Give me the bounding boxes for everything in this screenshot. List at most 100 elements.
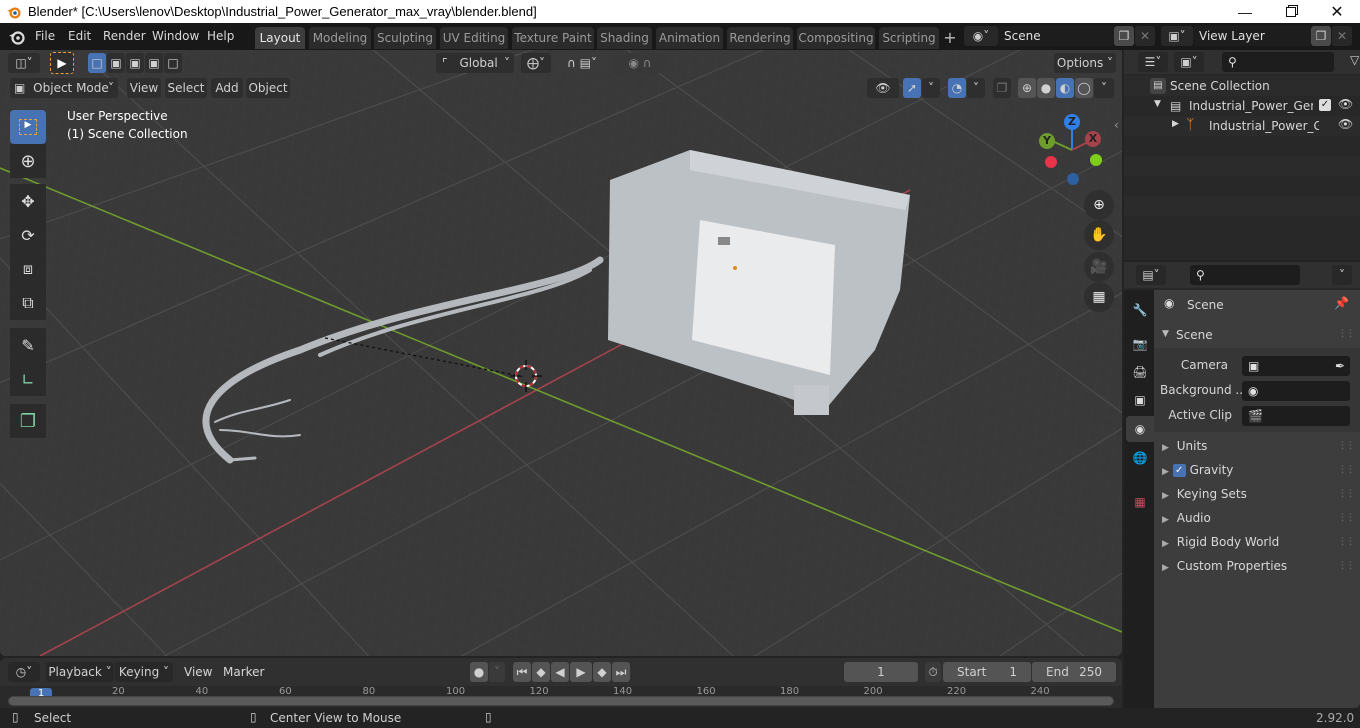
outliner-search-input[interactable]: ⚲ bbox=[1222, 52, 1334, 72]
filter-icon[interactable]: ▽ bbox=[1350, 53, 1359, 67]
menu-add[interactable]: Add bbox=[211, 78, 243, 98]
view-layer-name-field[interactable]: View Layer bbox=[1193, 26, 1311, 46]
tab-tool-icon[interactable]: 🔧 bbox=[1128, 298, 1152, 322]
gizmo-z-axis[interactable]: Z bbox=[1064, 114, 1080, 130]
outliner-row-object[interactable]: ▶ ᛉ Industrial_Power_Ge 👁 bbox=[1124, 116, 1360, 136]
tool-annotate[interactable]: ✎ bbox=[10, 328, 46, 362]
select-mode-invert[interactable]: ▣ bbox=[145, 53, 163, 73]
select-mode-subtract[interactable]: ▣ bbox=[126, 53, 144, 73]
menu-help[interactable]: Help bbox=[207, 23, 234, 50]
section-keying-sets[interactable]: ▶ Keying Sets ⋮⋮ bbox=[1154, 482, 1360, 506]
gizmo-neg-y[interactable] bbox=[1090, 154, 1102, 166]
tab-compositing[interactable]: Compositing bbox=[797, 27, 875, 49]
visibility-dropdown[interactable]: 👁 bbox=[867, 78, 899, 98]
outliner-editor-type[interactable]: ☰˅ bbox=[1138, 52, 1168, 72]
drag-handle-icon[interactable]: ⋮⋮ bbox=[1338, 458, 1355, 482]
menu-select[interactable]: Select bbox=[165, 78, 207, 98]
proportional-editing[interactable]: ◉ ∩ bbox=[614, 53, 666, 73]
tab-view-layer-icon[interactable]: ▣ bbox=[1128, 388, 1152, 412]
overlays-toggle[interactable]: ◔ bbox=[948, 78, 966, 98]
pin-icon[interactable]: 📌 bbox=[1334, 296, 1349, 310]
properties-search-input[interactable]: ⚲ bbox=[1190, 265, 1300, 285]
eye-icon[interactable]: 👁 bbox=[1338, 117, 1353, 131]
tool-transform[interactable]: ⧉ bbox=[10, 286, 46, 320]
drag-handle-icon[interactable]: ⋮⋮ bbox=[1338, 482, 1355, 506]
tool-rotate[interactable]: ⟳ bbox=[10, 218, 46, 252]
display-mode-dropdown[interactable]: ▣˅ bbox=[1174, 52, 1204, 72]
tool-add-cube[interactable]: ❐ bbox=[10, 404, 46, 438]
section-audio[interactable]: ▶ Audio ⋮⋮ bbox=[1154, 506, 1360, 530]
timeline-editor-type[interactable]: ◷˅ bbox=[8, 662, 40, 682]
pivot-point-dropdown[interactable]: ⨁˅ bbox=[521, 53, 551, 73]
scene-name-field[interactable]: Scene bbox=[998, 26, 1114, 46]
background-scene-field[interactable]: ◉ bbox=[1242, 381, 1350, 401]
delete-scene-button[interactable]: ✕ bbox=[1135, 26, 1155, 46]
scene-type-dropdown[interactable]: ◉˅ bbox=[964, 26, 998, 46]
eyedropper-icon[interactable]: ✒ bbox=[1335, 356, 1345, 376]
tool-cursor[interactable]: ⊕ bbox=[10, 144, 46, 178]
menu-view[interactable]: View bbox=[184, 665, 212, 679]
shading-dropdown[interactable]: ˅ bbox=[1094, 78, 1114, 98]
section-units[interactable]: ▶ Units ⋮⋮ bbox=[1154, 434, 1360, 458]
camera-view-button[interactable]: 🎥 bbox=[1084, 252, 1114, 282]
tab-texture-paint[interactable]: Texture Paint bbox=[512, 27, 594, 49]
tab-layout[interactable]: Layout bbox=[255, 27, 305, 49]
view-layer-dropdown[interactable]: ▣˅ bbox=[1161, 26, 1193, 46]
tab-scripting[interactable]: Scripting bbox=[879, 27, 939, 49]
tab-world-icon[interactable]: 🌐 bbox=[1128, 446, 1152, 470]
auto-keying-dropdown[interactable]: ˅ bbox=[489, 662, 505, 682]
tab-uv-editing[interactable]: UV Editing bbox=[440, 27, 508, 49]
sidebar-toggle-icon[interactable]: ‹ bbox=[1114, 118, 1119, 132]
tab-render-icon[interactable]: 📷 bbox=[1128, 332, 1152, 356]
tab-rendering[interactable]: Rendering bbox=[727, 27, 793, 49]
playback-dropdown[interactable]: Playback ˅ bbox=[46, 662, 114, 682]
drag-handle-icon[interactable]: ⋮⋮ bbox=[1338, 506, 1355, 530]
end-frame-field[interactable]: End 250 bbox=[1032, 662, 1116, 682]
snap-dropdown[interactable]: ∩ ▤˅ bbox=[556, 53, 608, 73]
new-scene-button[interactable]: ❐ bbox=[1114, 26, 1134, 46]
current-frame-field[interactable]: 1 bbox=[844, 662, 918, 682]
shading-wireframe[interactable]: ⊕ bbox=[1018, 78, 1036, 98]
properties-editor-type[interactable]: ▤˅ bbox=[1136, 265, 1166, 285]
tool-scale[interactable]: ⧈ bbox=[10, 252, 46, 286]
tab-shading[interactable]: Shading bbox=[597, 27, 652, 49]
gizmo-neg-x[interactable] bbox=[1045, 156, 1057, 168]
overlays-dropdown[interactable]: ˅ bbox=[967, 78, 985, 98]
menu-view[interactable]: View bbox=[127, 78, 161, 98]
select-tool-button[interactable]: ▶ bbox=[50, 52, 74, 74]
expand-arrow-icon[interactable]: ▶ bbox=[1172, 119, 1179, 129]
outliner-row-scene-collection[interactable]: ▤ Scene Collection bbox=[1124, 76, 1360, 96]
tab-scene-icon[interactable]: ◉ bbox=[1126, 416, 1154, 442]
next-keyframe-button[interactable]: ◆ bbox=[593, 662, 611, 682]
expand-arrow-icon[interactable]: ▼ bbox=[1154, 99, 1161, 109]
drag-handle-icon[interactable]: ⋮⋮ bbox=[1338, 434, 1355, 458]
menu-file[interactable]: File bbox=[35, 23, 55, 50]
gizmo-toggle[interactable]: ➚ bbox=[903, 78, 921, 98]
section-gravity[interactable]: ▶ ✓ Gravity ⋮⋮ bbox=[1154, 458, 1360, 482]
tab-animation[interactable]: Animation bbox=[656, 27, 723, 49]
keying-dropdown[interactable]: Keying ˅ bbox=[115, 662, 173, 682]
close-button[interactable]: ✕ bbox=[1314, 0, 1360, 23]
blender-menu-icon[interactable] bbox=[8, 28, 26, 46]
gravity-checkbox[interactable]: ✓ bbox=[1172, 464, 1186, 477]
editor-type-dropdown[interactable]: ◫˅ bbox=[8, 53, 40, 73]
frame-ruler[interactable]: 1 20 40 60 80 100 120 140 160 180 200 220 240 bbox=[0, 686, 1122, 708]
exclude-checkbox[interactable]: ✓ bbox=[1319, 99, 1331, 111]
section-custom-properties[interactable]: ▶ Custom Properties ⋮⋮ bbox=[1154, 554, 1360, 578]
properties-options-dropdown[interactable]: ˅ bbox=[1332, 265, 1352, 285]
play-button[interactable]: ▶ bbox=[570, 662, 592, 682]
tool-measure[interactable]: ∟ bbox=[10, 362, 46, 396]
prev-keyframe-button[interactable]: ◆ bbox=[532, 662, 550, 682]
menu-edit[interactable]: Edit bbox=[68, 23, 91, 50]
maximize-button[interactable] bbox=[1268, 0, 1314, 23]
section-rigid-body-world[interactable]: ▶ Rigid Body World ⋮⋮ bbox=[1154, 530, 1360, 554]
delete-view-layer-button[interactable]: ✕ bbox=[1332, 26, 1352, 46]
tool-move[interactable]: ✥ bbox=[10, 184, 46, 218]
xray-toggle[interactable]: ❐ bbox=[993, 78, 1011, 98]
tab-texture-icon[interactable]: ▦ bbox=[1128, 490, 1152, 514]
new-view-layer-button[interactable]: ❐ bbox=[1311, 26, 1331, 46]
start-frame-field[interactable]: Start 1 bbox=[943, 662, 1031, 682]
menu-render[interactable]: Render bbox=[103, 23, 146, 50]
tab-output-icon[interactable]: 🖨 bbox=[1128, 360, 1152, 384]
gizmo-dropdown[interactable]: ˅ bbox=[922, 78, 940, 98]
